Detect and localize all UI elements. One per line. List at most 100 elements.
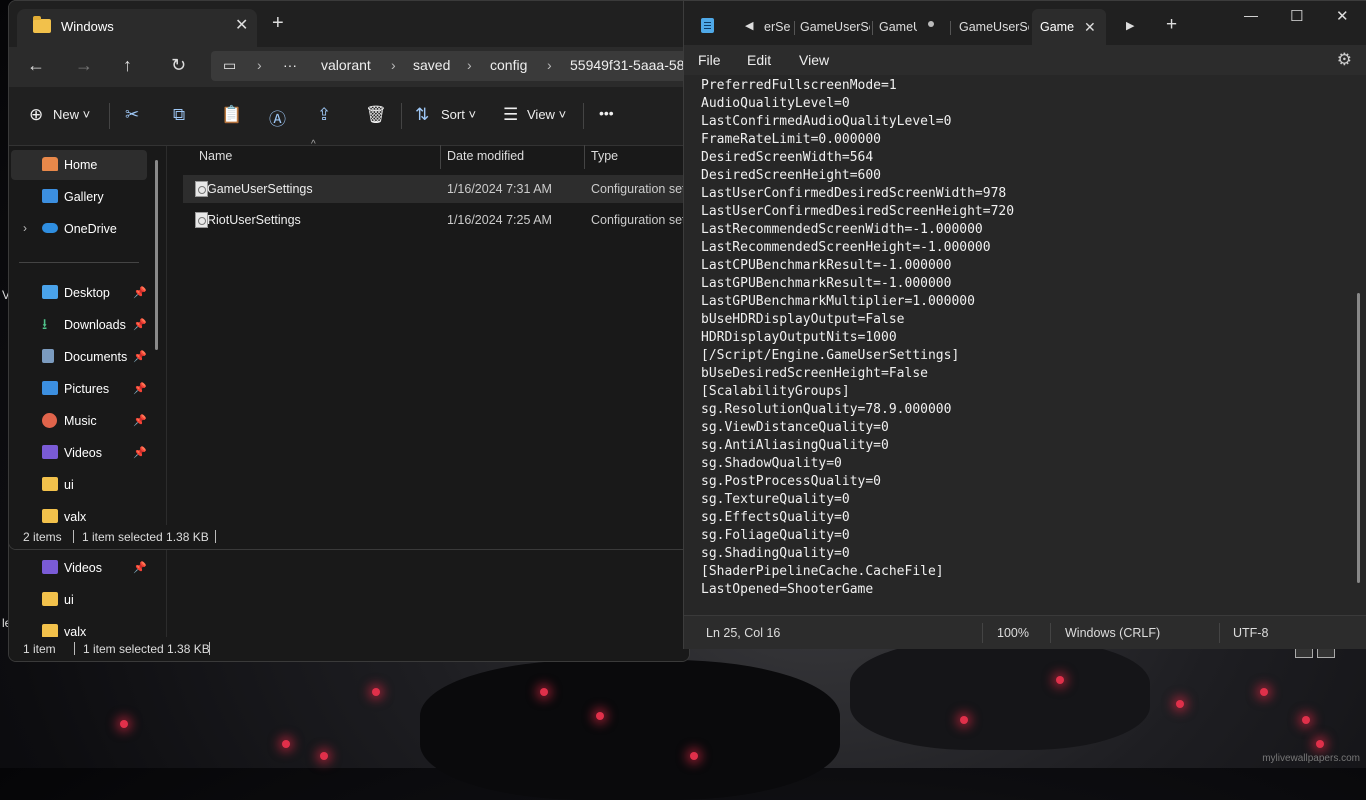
new-tab-button[interactable]: + [272, 13, 284, 33]
sidebar-item-documents[interactable]: Documents 📌 [11, 342, 147, 372]
file-row[interactable]: GameUserSettings 1/16/2024 7:31 AM Confi… [183, 175, 689, 203]
notepad-window[interactable]: ◀ erSe GameUserSe GameU GameUserSe Game✕… [683, 0, 1366, 649]
zoom-level[interactable]: 100% [997, 626, 1029, 640]
cut-icon[interactable]: ✂ [125, 105, 139, 125]
music-icon [42, 413, 57, 428]
line-ending[interactable]: Windows (CRLF) [1065, 626, 1160, 640]
selection-info: 1 item selected 1.38 KB [83, 642, 210, 656]
text-line: FrameRateLimit=0.000000 [701, 132, 882, 147]
sidebar-item-videos[interactable]: Videos 📌 [11, 553, 147, 583]
sidebar-item-videos[interactable]: Videos 📌 [11, 438, 147, 468]
videos-icon [42, 445, 58, 459]
sidebar-item-gallery[interactable]: Gallery [11, 182, 147, 212]
breadcrumb-item[interactable]: valorant [321, 57, 371, 73]
tab[interactable]: GameUserSe [959, 9, 1029, 45]
chevron-right-icon: › [257, 57, 262, 73]
tab-active[interactable]: Game ✕ [1032, 9, 1106, 45]
text-line: [ScalabilityGroups] [701, 384, 850, 399]
encoding[interactable]: UTF-8 [1233, 626, 1268, 640]
sidebar-scrollbar[interactable] [155, 160, 158, 350]
computer-icon: ▭ [223, 57, 237, 73]
breadcrumb-overflow[interactable]: ··· [283, 57, 297, 73]
column-header-type[interactable]: Type [591, 149, 618, 163]
title-bar: Windows ✕ + [9, 1, 689, 47]
command-bar: ⊕ New ˅ ✂ ⧉ 📋 Ⓐ ⇪ 🗑 ⇅ Sort ˅ ☰ View ˅ ••… [9, 87, 689, 146]
breadcrumb-item[interactable]: 55949f31-5aaa-58a [570, 57, 689, 73]
navigation-bar: ← → ↑ ↻ ▭ › ··· valorant › saved › confi… [9, 47, 689, 87]
sidebar-item-music[interactable]: Music 📌 [11, 406, 147, 436]
tab[interactable]: GameUserSe [800, 9, 870, 45]
rename-icon[interactable]: Ⓐ [269, 105, 286, 130]
sidebar-item-pictures[interactable]: Pictures 📌 [11, 374, 147, 404]
sidebar-item-desktop[interactable]: Desktop 📌 [11, 278, 147, 308]
new-button[interactable]: New ˅ [53, 107, 90, 122]
editor-scrollbar[interactable] [1357, 293, 1360, 583]
column-header-date[interactable]: Date modified [447, 149, 524, 163]
text-line: LastGPUBenchmarkMultiplier=1.000000 [701, 294, 975, 309]
folder-icon [42, 624, 58, 638]
delete-icon[interactable]: 🗑 [365, 105, 387, 125]
sort-button[interactable]: Sort ˅ [441, 107, 476, 122]
up-button[interactable]: ↑ [123, 55, 132, 76]
tab[interactable]: erSe [764, 9, 796, 45]
chevron-right-icon[interactable]: › [23, 221, 27, 235]
item-count: 1 item [23, 642, 56, 656]
text-line: LastOpened=ShooterGame [701, 582, 874, 597]
sidebar-item-ui[interactable]: ui [11, 585, 147, 615]
paste-icon[interactable]: 📋 [221, 105, 242, 125]
menu-edit[interactable]: Edit [747, 52, 771, 68]
text-line: LastUserConfirmedDesiredScreenHeight=720 [701, 204, 1015, 219]
address-bar[interactable]: ▭ › ··· valorant › saved › config › 5594… [211, 51, 689, 81]
gallery-icon [42, 189, 58, 203]
cursor-position: Ln 25, Col 16 [706, 626, 781, 640]
close-button[interactable]: ✕ [1336, 7, 1349, 25]
text-line: sg.PostProcessQuality=0 [701, 474, 882, 489]
more-options-button[interactable]: ••• [599, 105, 614, 121]
pin-icon: 📌 [133, 383, 147, 395]
refresh-button[interactable]: ↻ [171, 55, 186, 76]
close-tab-icon[interactable]: ✕ [1084, 19, 1096, 36]
file-row[interactable]: RiotUserSettings 1/16/2024 7:25 AM Confi… [183, 206, 689, 234]
sidebar-item-ui[interactable]: ui [11, 470, 147, 500]
text-editor[interactable]: PreferredFullscreenMode=1 AudioQualityLe… [684, 75, 1366, 615]
sort-icon: ⇅ [415, 105, 430, 124]
tab-windows[interactable]: Windows ✕ [17, 9, 257, 47]
new-tab-button[interactable]: + [1166, 15, 1177, 35]
back-button[interactable]: ← [27, 55, 45, 76]
view-button[interactable]: View ˅ [527, 107, 566, 122]
close-tab-button[interactable]: ✕ [235, 15, 248, 35]
text-line: sg.ViewDistanceQuality=0 [701, 420, 889, 435]
text-line: LastCPUBenchmarkResult=-1.000000 [701, 258, 952, 273]
copy-icon[interactable]: ⧉ [173, 105, 185, 125]
column-header-name[interactable]: Name [199, 149, 232, 163]
scroll-tabs-right-button[interactable]: ▶ [1126, 19, 1134, 32]
pin-icon: 📌 [133, 447, 147, 459]
sort-ascending-icon: ^ [311, 139, 316, 150]
file-date: 1/16/2024 7:31 AM [447, 182, 552, 196]
breadcrumb-item[interactable]: saved [413, 57, 450, 73]
sidebar-item-home[interactable]: Home [11, 150, 147, 180]
maximize-button[interactable]: ☐ [1290, 7, 1303, 25]
breadcrumb-item[interactable]: config [490, 57, 527, 73]
scroll-tabs-left-button[interactable]: ◀ [745, 19, 753, 32]
forward-button[interactable]: → [75, 55, 93, 76]
title-bar: ◀ erSe GameUserSe GameU GameUserSe Game✕… [684, 1, 1366, 45]
item-count: 2 items [23, 530, 62, 544]
downloads-icon: ⭳ [42, 316, 48, 333]
menu-view[interactable]: View [799, 52, 829, 68]
text-line: AudioQualityLevel=0 [701, 96, 850, 111]
minimize-button[interactable]: — [1244, 7, 1258, 23]
tab[interactable]: GameU [879, 9, 917, 45]
cloud-icon [42, 223, 58, 233]
file-name: RiotUserSettings [207, 213, 301, 227]
explorer-window[interactable]: Windows ✕ + ← → ↑ ↻ ▭ › ··· valorant › s… [8, 0, 690, 550]
menu-file[interactable]: File [698, 52, 721, 68]
file-type: Configuration setti [591, 182, 690, 196]
text-line: sg.ShadowQuality=0 [701, 456, 842, 471]
sidebar-item-onedrive[interactable]: › OneDrive [11, 214, 147, 244]
settings-gear-icon[interactable]: ⚙ [1337, 50, 1352, 70]
sidebar-item-downloads[interactable]: ⭳ Downloads 📌 [11, 310, 147, 340]
text-line: PreferredFullscreenMode=1 [701, 78, 897, 93]
text-line: LastRecommendedScreenHeight=-1.000000 [701, 240, 991, 255]
share-icon[interactable]: ⇪ [317, 105, 331, 125]
